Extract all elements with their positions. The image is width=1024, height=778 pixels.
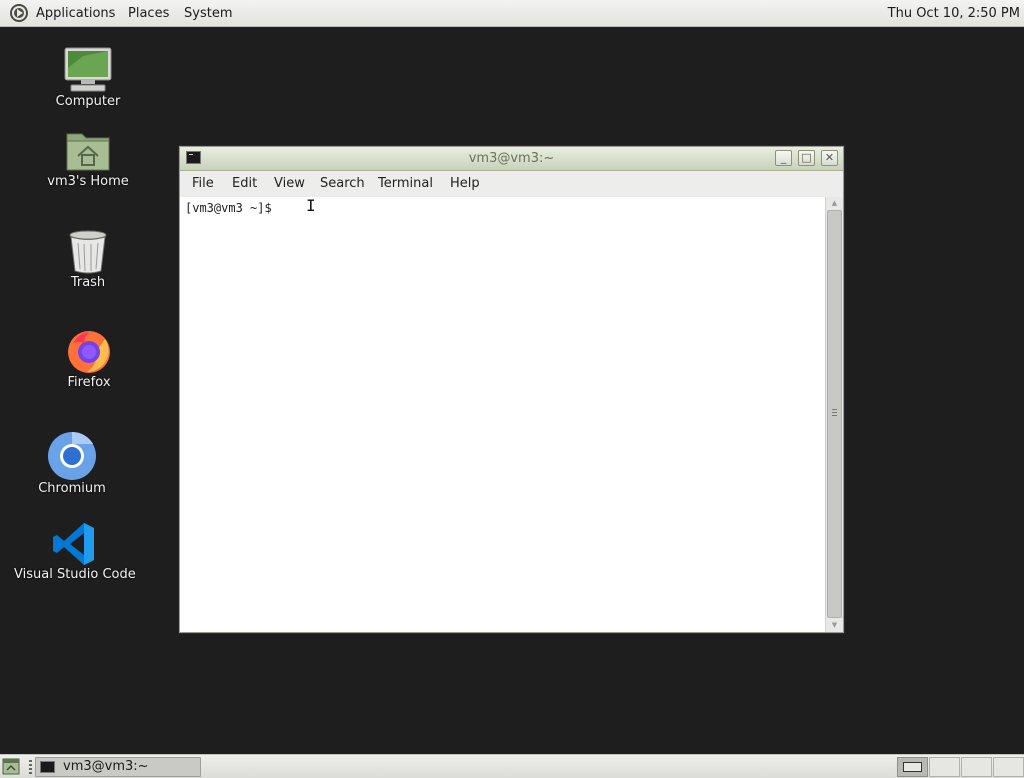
desktop-icon-label: Visual Studio Code bbox=[14, 567, 136, 582]
desktop-icon-label: vm3's Home bbox=[47, 174, 129, 189]
desktop-icon-chromium[interactable]: Chromium bbox=[22, 431, 122, 496]
taskbar-item-label: vm3@vm3:~ bbox=[63, 759, 149, 774]
bottom-panel: vm3@vm3:~ bbox=[0, 754, 1024, 778]
terminal-icon bbox=[40, 761, 55, 773]
menu-search[interactable]: Search bbox=[320, 171, 365, 197]
workspace-1[interactable] bbox=[897, 757, 928, 777]
scrollbar[interactable]: ▲ ▼ bbox=[825, 197, 843, 632]
workspace-4[interactable] bbox=[993, 757, 1024, 777]
desktop-icon-home[interactable]: vm3's Home bbox=[38, 128, 138, 189]
window-title: vm3@vm3:~ bbox=[468, 151, 555, 166]
desktop-icon-firefox[interactable]: Firefox bbox=[38, 327, 140, 390]
chromium-icon bbox=[48, 431, 96, 480]
trash-icon bbox=[69, 230, 107, 274]
grip-icon bbox=[832, 409, 837, 416]
applications-menu-icon[interactable] bbox=[9, 3, 29, 23]
desktop-icon-label: Computer bbox=[55, 94, 121, 109]
places-menu[interactable]: Places bbox=[128, 0, 169, 27]
menubar: File Edit View Search Terminal Help bbox=[180, 171, 843, 198]
scrollbar-thumb[interactable] bbox=[827, 210, 842, 618]
window-titlebar[interactable]: vm3@vm3:~ _ □ ✕ bbox=[180, 147, 843, 171]
top-panel: Applications Places System Thu Oct 10, 2… bbox=[0, 0, 1024, 27]
desktop-icon-computer[interactable]: Computer bbox=[38, 46, 138, 109]
taskbar-item-terminal[interactable]: vm3@vm3:~ bbox=[35, 757, 201, 777]
maximize-button[interactable]: □ bbox=[798, 150, 815, 166]
show-desktop-icon[interactable] bbox=[2, 758, 20, 775]
workspace-3[interactable] bbox=[961, 757, 992, 777]
home-folder-icon bbox=[66, 133, 110, 171]
menu-view[interactable]: View bbox=[274, 171, 305, 197]
close-button[interactable]: ✕ bbox=[821, 150, 838, 166]
desktop-icon-vscode[interactable]: Visual Studio Code bbox=[14, 521, 136, 582]
minimize-button[interactable]: _ bbox=[775, 150, 792, 166]
menu-file[interactable]: File bbox=[192, 171, 214, 197]
scroll-down-icon[interactable]: ▼ bbox=[826, 619, 843, 631]
applications-menu[interactable]: Applications bbox=[36, 0, 115, 27]
desktop-icon-trash[interactable]: Trash bbox=[38, 229, 138, 290]
menu-terminal[interactable]: Terminal bbox=[378, 171, 433, 197]
workspace-2[interactable] bbox=[929, 757, 960, 777]
menu-edit[interactable]: Edit bbox=[232, 171, 257, 197]
system-menu[interactable]: System bbox=[184, 0, 232, 27]
firefox-icon bbox=[68, 331, 110, 373]
menu-help[interactable]: Help bbox=[450, 171, 480, 197]
desktop-icon-label: Firefox bbox=[67, 375, 111, 390]
desktop-icon-label: Trash bbox=[70, 275, 106, 290]
terminal-area[interactable]: [vm3@vm3 ~]$ I bbox=[180, 196, 825, 632]
vscode-icon bbox=[53, 523, 94, 565]
text-cursor-icon: I bbox=[306, 196, 316, 215]
clock[interactable]: Thu Oct 10, 2:50 PM bbox=[888, 0, 1020, 27]
desktop-icon-label: Chromium bbox=[38, 481, 106, 496]
shell-prompt: [vm3@vm3 ~]$ bbox=[185, 201, 279, 215]
computer-icon bbox=[64, 47, 112, 92]
scroll-up-icon[interactable]: ▲ bbox=[826, 197, 843, 209]
terminal-window[interactable]: vm3@vm3:~ _ □ ✕ File Edit View Search Te… bbox=[179, 146, 844, 633]
panel-handle[interactable] bbox=[29, 760, 32, 774]
